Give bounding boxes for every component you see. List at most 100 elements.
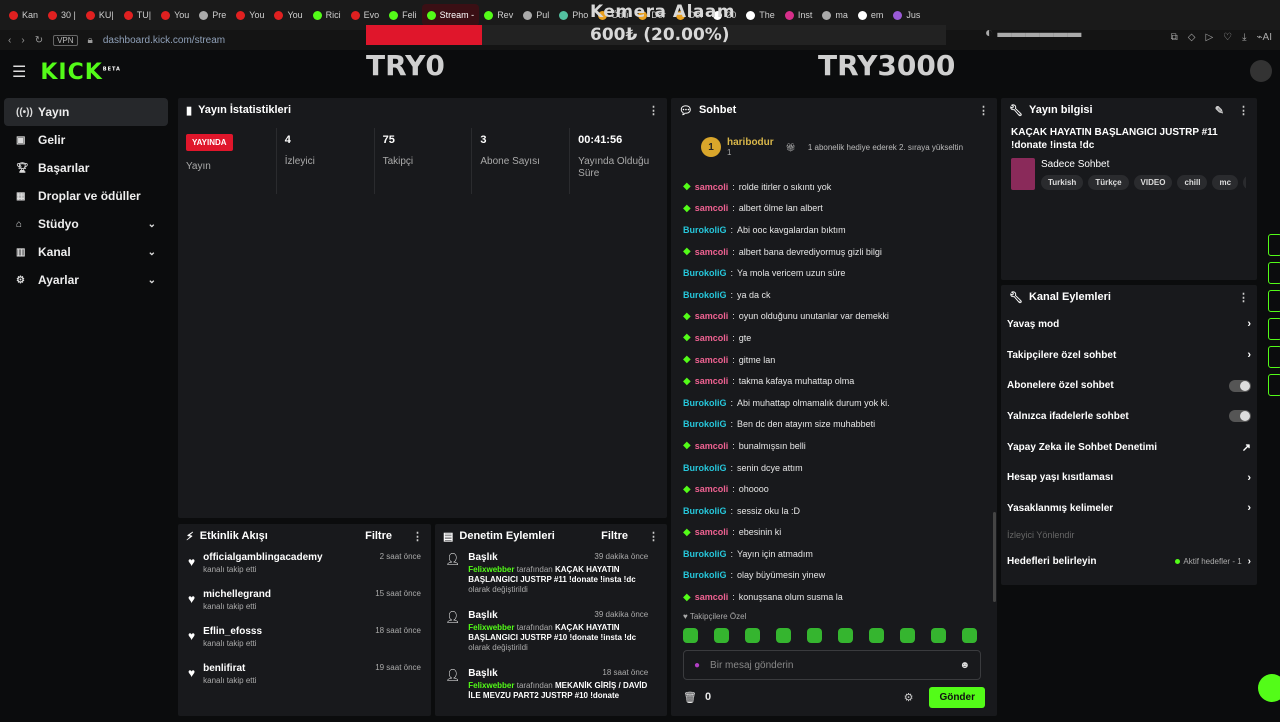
activity-username[interactable]: Eflin_efosss xyxy=(203,626,262,637)
reload-icon[interactable]: ↻ xyxy=(35,35,43,46)
chat-username[interactable]: BurokoliG xyxy=(683,506,727,516)
channel-action-item[interactable]: Yapay Zeka ile Sohbet Denetimi ↗ xyxy=(1001,432,1257,463)
toggle-switch[interactable] xyxy=(1229,379,1251,392)
settings-icon[interactable]: ⚙ xyxy=(904,691,914,704)
channel-action-item[interactable]: Takipçilere özel sohbet › xyxy=(1001,340,1257,371)
toolbar-button[interactable] xyxy=(1268,262,1280,284)
tag-chip[interactable]: mc xyxy=(1212,174,1239,190)
more-menu-icon[interactable]: ⋮ xyxy=(1238,291,1249,304)
sidebar-item-5[interactable]: ▥ Kanal ⌄ xyxy=(4,238,168,266)
forward-icon[interactable]: › xyxy=(21,35,24,46)
avatar[interactable] xyxy=(1250,60,1272,82)
mic-icon[interactable]: ● xyxy=(694,660,700,671)
moderator-username[interactable]: Felixwebber xyxy=(468,681,514,690)
chat-scrollbar[interactable] xyxy=(993,512,996,602)
emote-icon[interactable] xyxy=(869,628,884,643)
chat-username[interactable]: BurokoliG xyxy=(683,419,727,429)
tag-chip[interactable]: Turkish xyxy=(1041,174,1084,190)
toolbar-button[interactable] xyxy=(1268,346,1280,368)
filter-button[interactable]: Filtre xyxy=(365,530,392,542)
chat-input[interactable]: ● Bir mesaj gönderin ☻ xyxy=(683,650,981,680)
chat-username[interactable]: samcoli xyxy=(695,484,729,494)
points-icon[interactable]: 🗑︎ xyxy=(683,691,697,704)
more-menu-icon[interactable]: ⋮ xyxy=(1238,104,1249,117)
channel-action-item[interactable]: Hesap yaşı kısıtlaması › xyxy=(1001,462,1257,493)
tag-chip[interactable]: chill xyxy=(1177,174,1208,190)
chat-username[interactable]: BurokoliG xyxy=(683,290,727,300)
moderator-username[interactable]: Felixwebber xyxy=(468,565,514,574)
browser-tab[interactable]: KU| xyxy=(81,4,119,26)
chat-username[interactable]: samcoli xyxy=(695,247,729,257)
browser-tab[interactable]: Pre xyxy=(194,4,231,26)
browser-tab[interactable]: Stream - xyxy=(421,4,480,26)
filter-button[interactable]: Filtre xyxy=(601,530,628,542)
emote-icon[interactable] xyxy=(683,628,698,643)
emote-icon[interactable] xyxy=(745,628,760,643)
chat-username[interactable]: samcoli xyxy=(695,376,729,386)
channel-action-item[interactable]: Yavaş mod › xyxy=(1001,309,1257,340)
browser-tab[interactable]: TU| xyxy=(119,4,156,26)
extension-icon[interactable]: ⧉ xyxy=(1171,32,1178,43)
channel-action-item[interactable]: Abonelere özel sohbet xyxy=(1001,370,1257,401)
tag-chip[interactable]: n xyxy=(1243,174,1246,190)
activity-username[interactable]: benlifirat xyxy=(203,663,256,674)
more-menu-icon[interactable]: ⋮ xyxy=(648,530,659,543)
browser-tab[interactable]: The xyxy=(741,4,780,26)
sidebar-item-1[interactable]: ▣ Gelir xyxy=(4,126,168,154)
browser-tab[interactable]: You xyxy=(231,4,269,26)
chat-username[interactable]: samcoli xyxy=(695,311,729,321)
toolbar-button[interactable] xyxy=(1268,234,1280,256)
chat-username[interactable]: BurokoliG xyxy=(683,225,727,235)
play-icon[interactable]: ▷ xyxy=(1205,32,1213,43)
sidebar-item-0[interactable]: ((•)) Yayın xyxy=(4,98,168,126)
channel-action-item[interactable]: Yasaklanmış kelimeler › xyxy=(1001,493,1257,524)
help-button[interactable] xyxy=(1258,674,1280,702)
chat-username[interactable]: BurokoliG xyxy=(683,463,727,473)
chat-username[interactable]: BurokoliG xyxy=(683,549,727,559)
hamburger-menu-icon[interactable]: ☰ xyxy=(12,62,26,82)
more-menu-icon[interactable]: ⋮ xyxy=(648,104,659,117)
shield-icon[interactable]: ◇ xyxy=(1188,32,1196,43)
browser-tab[interactable]: Feli xyxy=(384,4,422,26)
edit-icon[interactable]: ✎ xyxy=(1215,104,1224,117)
emote-icon[interactable] xyxy=(807,628,822,643)
sidebar-item-6[interactable]: ⚙ Ayarlar ⌄ xyxy=(4,266,168,294)
chat-username[interactable]: samcoli xyxy=(695,203,729,213)
sidebar-item-4[interactable]: ⌂ Stüdyo ⌄ xyxy=(4,210,168,238)
vpn-badge[interactable]: VPN xyxy=(53,34,78,46)
browser-tab[interactable]: Pho xyxy=(554,4,593,26)
tag-chip[interactable]: Türkçe xyxy=(1088,174,1129,190)
external-link-icon[interactable]: ↗ xyxy=(1242,441,1251,454)
chevron-down-icon[interactable]: ⌄ xyxy=(148,275,156,286)
emote-icon[interactable] xyxy=(900,628,915,643)
toggle-switch[interactable] xyxy=(1229,410,1251,423)
set-targets-item[interactable]: Hedefleri belirleyin Aktif hedefler - 1 … xyxy=(1001,546,1257,577)
send-button[interactable]: Gönder xyxy=(929,686,985,708)
category-name[interactable]: Sadece Sohbet xyxy=(1041,159,1246,170)
chat-username[interactable]: samcoli xyxy=(695,527,729,537)
url-field[interactable]: dashboard.kick.com/stream xyxy=(103,35,225,46)
browser-tab[interactable]: Rev xyxy=(479,4,518,26)
browser-tab[interactable]: ma xyxy=(817,4,853,26)
channel-action-item[interactable]: Yalnızca ifadelerle sohbet xyxy=(1001,401,1257,432)
browser-tab[interactable]: 30 | xyxy=(43,4,81,26)
chat-username[interactable]: samcoli xyxy=(695,441,729,451)
heart-icon[interactable]: ♡ xyxy=(1223,32,1232,43)
category-thumbnail[interactable] xyxy=(1011,158,1035,190)
more-menu-icon[interactable]: ⋮ xyxy=(412,530,423,543)
chat-username[interactable]: BurokoliG xyxy=(683,398,727,408)
moderator-username[interactable]: Felixwebber xyxy=(468,623,514,632)
more-menu-icon[interactable]: ⋮ xyxy=(978,104,989,117)
pinned-sub-leader[interactable]: 1 haribodur 1 🎁︎ 1 abonelik hediye edere… xyxy=(671,122,997,172)
back-icon[interactable]: ‹ xyxy=(8,35,11,46)
toolbar-button[interactable] xyxy=(1268,318,1280,340)
browser-tab[interactable]: Rici xyxy=(308,4,346,26)
chat-username[interactable]: samcoli xyxy=(695,355,729,365)
emote-icon[interactable] xyxy=(838,628,853,643)
activity-username[interactable]: michellegrand xyxy=(203,589,271,600)
emote-icon[interactable] xyxy=(776,628,791,643)
emote-icon[interactable] xyxy=(962,628,977,643)
sidebar-item-2[interactable]: 🏆︎ Başarılar xyxy=(4,154,168,182)
sidebar-item-3[interactable]: ▦ Droplar ve ödüller xyxy=(4,182,168,210)
toolbar-button[interactable] xyxy=(1268,290,1280,312)
